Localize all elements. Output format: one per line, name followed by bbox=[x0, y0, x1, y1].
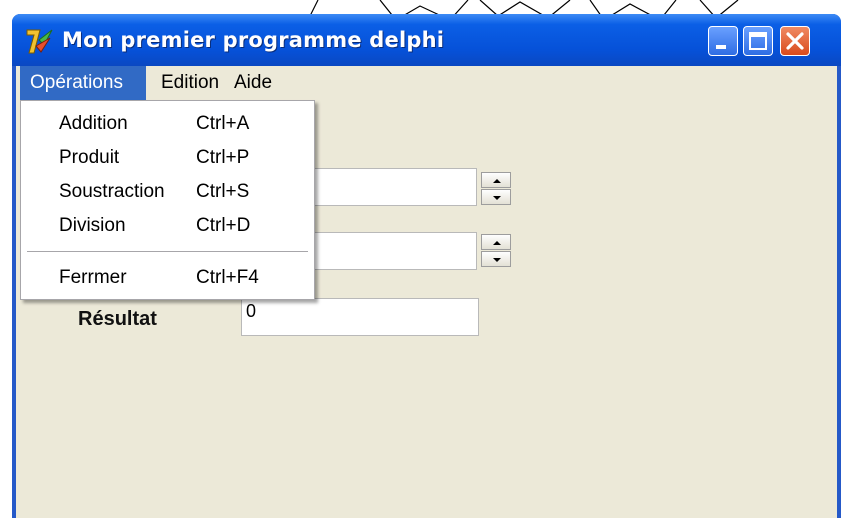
menu-operations[interactable]: Opérations bbox=[20, 66, 146, 100]
spin-up-button[interactable] bbox=[481, 172, 511, 188]
menu-item-soustraction[interactable]: Soustraction Ctrl+S bbox=[21, 175, 314, 208]
result-label: Résultat bbox=[78, 308, 157, 330]
menu-item-label: Produit bbox=[59, 147, 120, 168]
menu-item-label: Division bbox=[59, 215, 126, 236]
arrow-up-icon bbox=[493, 241, 501, 245]
menu-bar: Opérations Edition Aide bbox=[16, 66, 837, 100]
arrow-down-icon bbox=[493, 196, 501, 200]
menu-item-label: Addition bbox=[59, 113, 128, 134]
menu-item-division[interactable]: Division Ctrl+D bbox=[21, 209, 314, 242]
title-bar[interactable]: Mon premier programme delphi bbox=[12, 14, 841, 66]
minimize-button[interactable] bbox=[708, 26, 738, 56]
menu-item-shortcut: Ctrl+P bbox=[196, 147, 250, 168]
arrow-down-icon bbox=[493, 258, 501, 262]
menu-item-produit[interactable]: Produit Ctrl+P bbox=[21, 141, 314, 174]
close-button[interactable] bbox=[780, 26, 810, 56]
delphi-app-icon bbox=[26, 29, 53, 54]
spin-down-button[interactable] bbox=[481, 251, 511, 267]
menu-item-fermer[interactable]: Ferrmer Ctrl+F4 bbox=[21, 261, 314, 294]
window-title: Mon premier programme delphi bbox=[62, 28, 445, 52]
menu-separator bbox=[27, 251, 308, 252]
client-area: Opérations Edition Aide Résultat 0 Addit… bbox=[16, 66, 837, 518]
menu-item-label: Ferrmer bbox=[59, 267, 127, 288]
result-field[interactable]: 0 bbox=[241, 298, 479, 336]
menu-item-shortcut: Ctrl+F4 bbox=[196, 267, 259, 288]
maximize-icon bbox=[749, 32, 767, 50]
minimize-icon bbox=[716, 45, 726, 49]
menu-item-shortcut: Ctrl+A bbox=[196, 113, 250, 134]
operations-dropdown: Addition Ctrl+A Produit Ctrl+P Soustract… bbox=[20, 100, 315, 300]
operand-2-spinner[interactable] bbox=[481, 234, 511, 268]
menu-item-label: Soustraction bbox=[59, 181, 165, 202]
spin-down-button[interactable] bbox=[481, 189, 511, 205]
menu-item-addition[interactable]: Addition Ctrl+A bbox=[21, 107, 314, 140]
operand-1-spinner[interactable] bbox=[481, 172, 511, 206]
menu-aide[interactable]: Aide bbox=[224, 66, 282, 100]
menu-item-shortcut: Ctrl+S bbox=[196, 181, 250, 202]
close-icon bbox=[786, 32, 804, 50]
maximize-button[interactable] bbox=[743, 26, 773, 56]
menu-item-shortcut: Ctrl+D bbox=[196, 215, 251, 236]
spin-up-button[interactable] bbox=[481, 234, 511, 250]
arrow-up-icon bbox=[493, 179, 501, 183]
menu-edition[interactable]: Edition bbox=[151, 66, 229, 100]
app-window: Mon premier programme delphi Opérations … bbox=[12, 14, 841, 518]
